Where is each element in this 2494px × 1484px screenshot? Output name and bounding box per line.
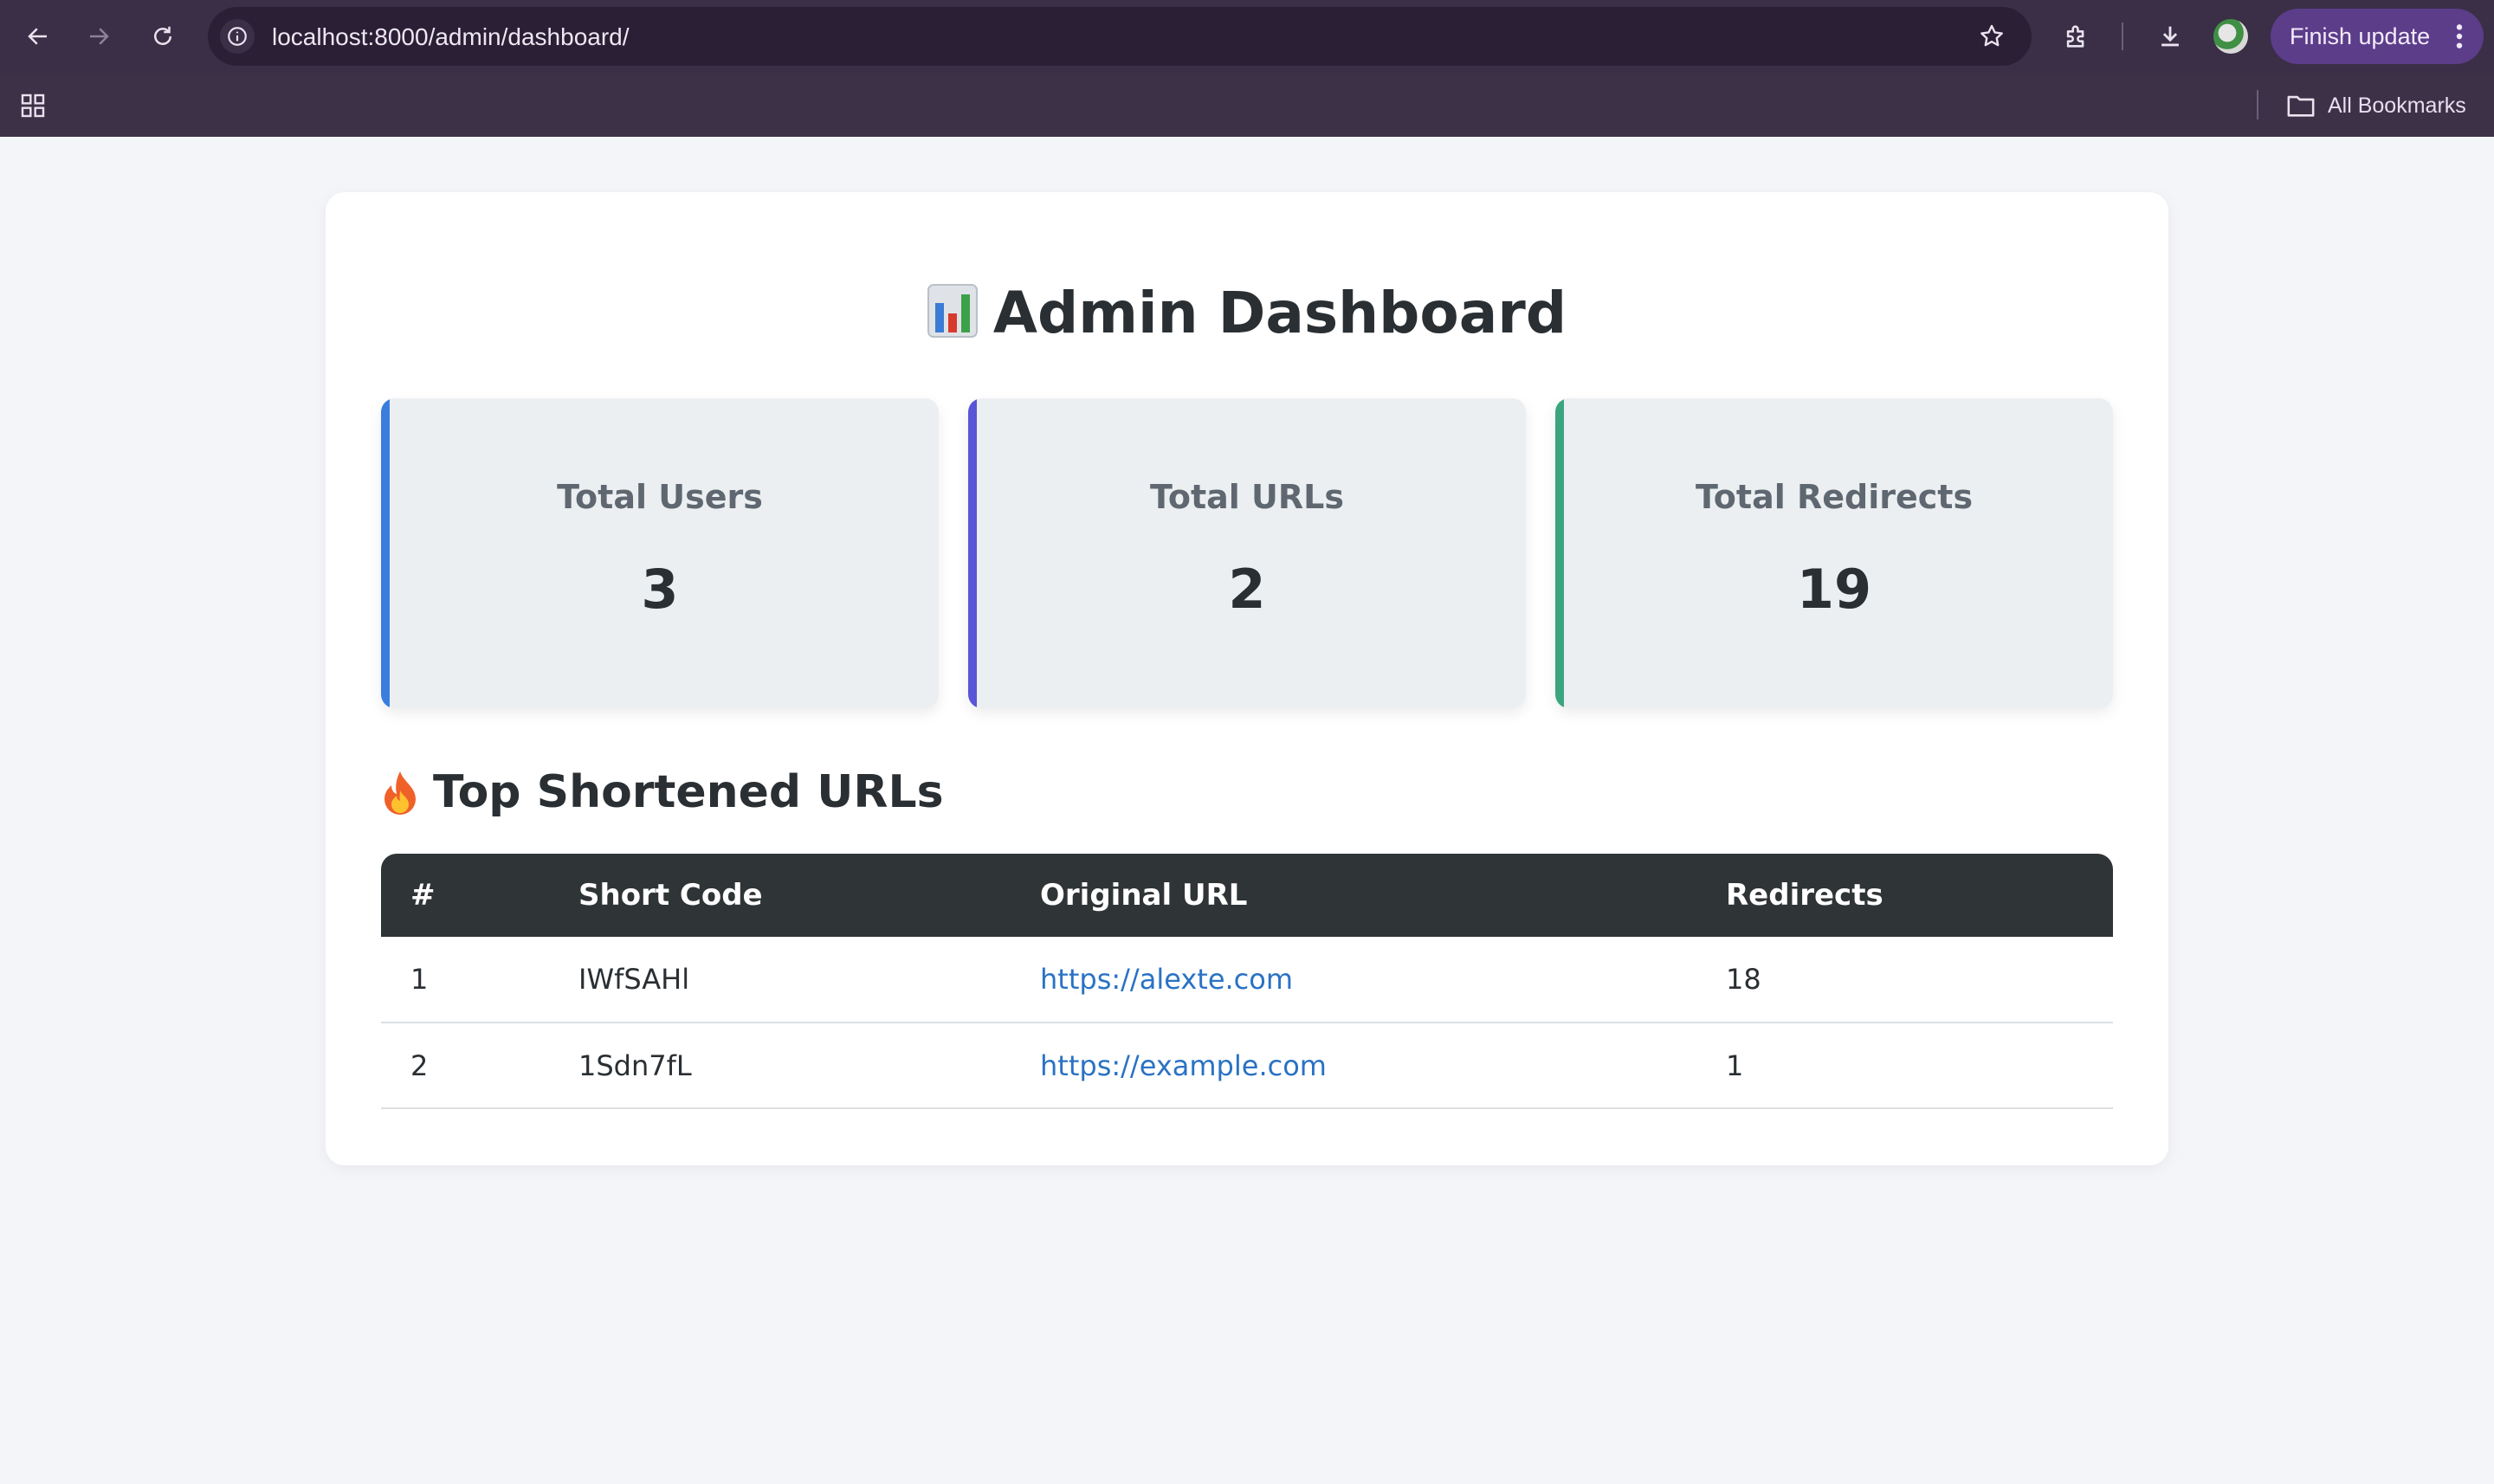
section-title-text: Top Shortened URLs xyxy=(433,766,944,818)
redirects-cell: 18 xyxy=(1696,937,2113,1023)
back-button[interactable] xyxy=(17,16,59,57)
extensions-icon[interactable] xyxy=(2059,19,2094,54)
table-row: 2 1Sdn7fL https://example.com 1 xyxy=(381,1023,2113,1109)
original-url-link[interactable]: https://alexte.com xyxy=(1040,963,1293,996)
stat-label: Total Users xyxy=(557,478,763,516)
stat-card-users: Total Users 3 xyxy=(381,398,939,708)
short-code-cell: IWfSAHl xyxy=(549,937,1011,1023)
reload-button[interactable] xyxy=(142,16,184,57)
bookmarks-bar xyxy=(0,73,2494,137)
original-url-cell: https://alexte.com xyxy=(1011,937,1696,1023)
apps-grid-icon[interactable] xyxy=(19,92,47,119)
bookmark-star-icon[interactable] xyxy=(1978,23,2006,50)
rank-cell: 2 xyxy=(381,1023,549,1109)
column-header-original-url: Original URL xyxy=(1011,854,1696,937)
fire-icon xyxy=(384,771,416,815)
address-bar[interactable]: localhost:8000/admin/dashboard/ xyxy=(208,7,2032,66)
rank-cell: 1 xyxy=(381,937,549,1023)
stat-value: 2 xyxy=(1228,558,1266,621)
profile-avatar[interactable] xyxy=(2213,19,2248,54)
table-row: 1 IWfSAHl https://alexte.com 18 xyxy=(381,937,2113,1023)
stat-label: Total URLs xyxy=(1150,478,1344,516)
folder-icon xyxy=(2287,95,2315,117)
column-header-redirects: Redirects xyxy=(1696,854,2113,937)
redirects-cell: 1 xyxy=(1696,1023,2113,1109)
original-url-link[interactable]: https://example.com xyxy=(1040,1049,1327,1082)
original-url-cell: https://example.com xyxy=(1011,1023,1696,1109)
all-bookmarks-label: All Bookmarks xyxy=(2328,93,2466,118)
table-header-row: # Short Code Original URL Redirects xyxy=(381,854,2113,937)
all-bookmarks-button[interactable]: All Bookmarks xyxy=(2286,90,2466,121)
stat-card-redirects: Total Redirects 19 xyxy=(1555,398,2113,708)
stat-accent xyxy=(1555,398,1564,708)
column-header-short-code: Short Code xyxy=(549,854,1011,937)
finish-update-label: Finish update xyxy=(2290,23,2431,49)
stat-accent xyxy=(381,398,390,708)
bar-chart-icon xyxy=(927,284,978,353)
forward-button[interactable] xyxy=(78,16,120,57)
stat-card-urls: Total URLs 2 xyxy=(968,398,1526,708)
more-menu-icon[interactable] xyxy=(2456,23,2463,50)
back-arrow-icon xyxy=(28,28,47,45)
toolbar-divider xyxy=(2122,23,2123,50)
page-title: Admin Dashboard xyxy=(0,279,2494,353)
finish-update-button[interactable]: Finish update xyxy=(2271,9,2484,64)
reload-icon xyxy=(154,26,171,45)
stat-value: 3 xyxy=(641,558,679,621)
bookmarks-divider xyxy=(2257,90,2258,119)
download-icon[interactable] xyxy=(2153,19,2187,54)
page-title-text: Admin Dashboard xyxy=(992,280,1567,346)
stat-accent xyxy=(968,398,977,708)
url-text[interactable]: localhost:8000/admin/dashboard/ xyxy=(272,23,630,51)
forward-arrow-icon xyxy=(90,28,109,45)
top-urls-table: # Short Code Original URL Redirects 1 IW… xyxy=(381,854,2113,1109)
section-title: Top Shortened URLs xyxy=(381,762,944,823)
short-code-cell: 1Sdn7fL xyxy=(549,1023,1011,1109)
stat-label: Total Redirects xyxy=(1695,478,1974,516)
column-header-rank: # xyxy=(381,854,549,937)
site-info-icon[interactable] xyxy=(220,19,255,54)
stat-value: 19 xyxy=(1796,558,1872,621)
browser-chrome: localhost:8000/admin/dashboard/ Finish u… xyxy=(0,0,2494,137)
